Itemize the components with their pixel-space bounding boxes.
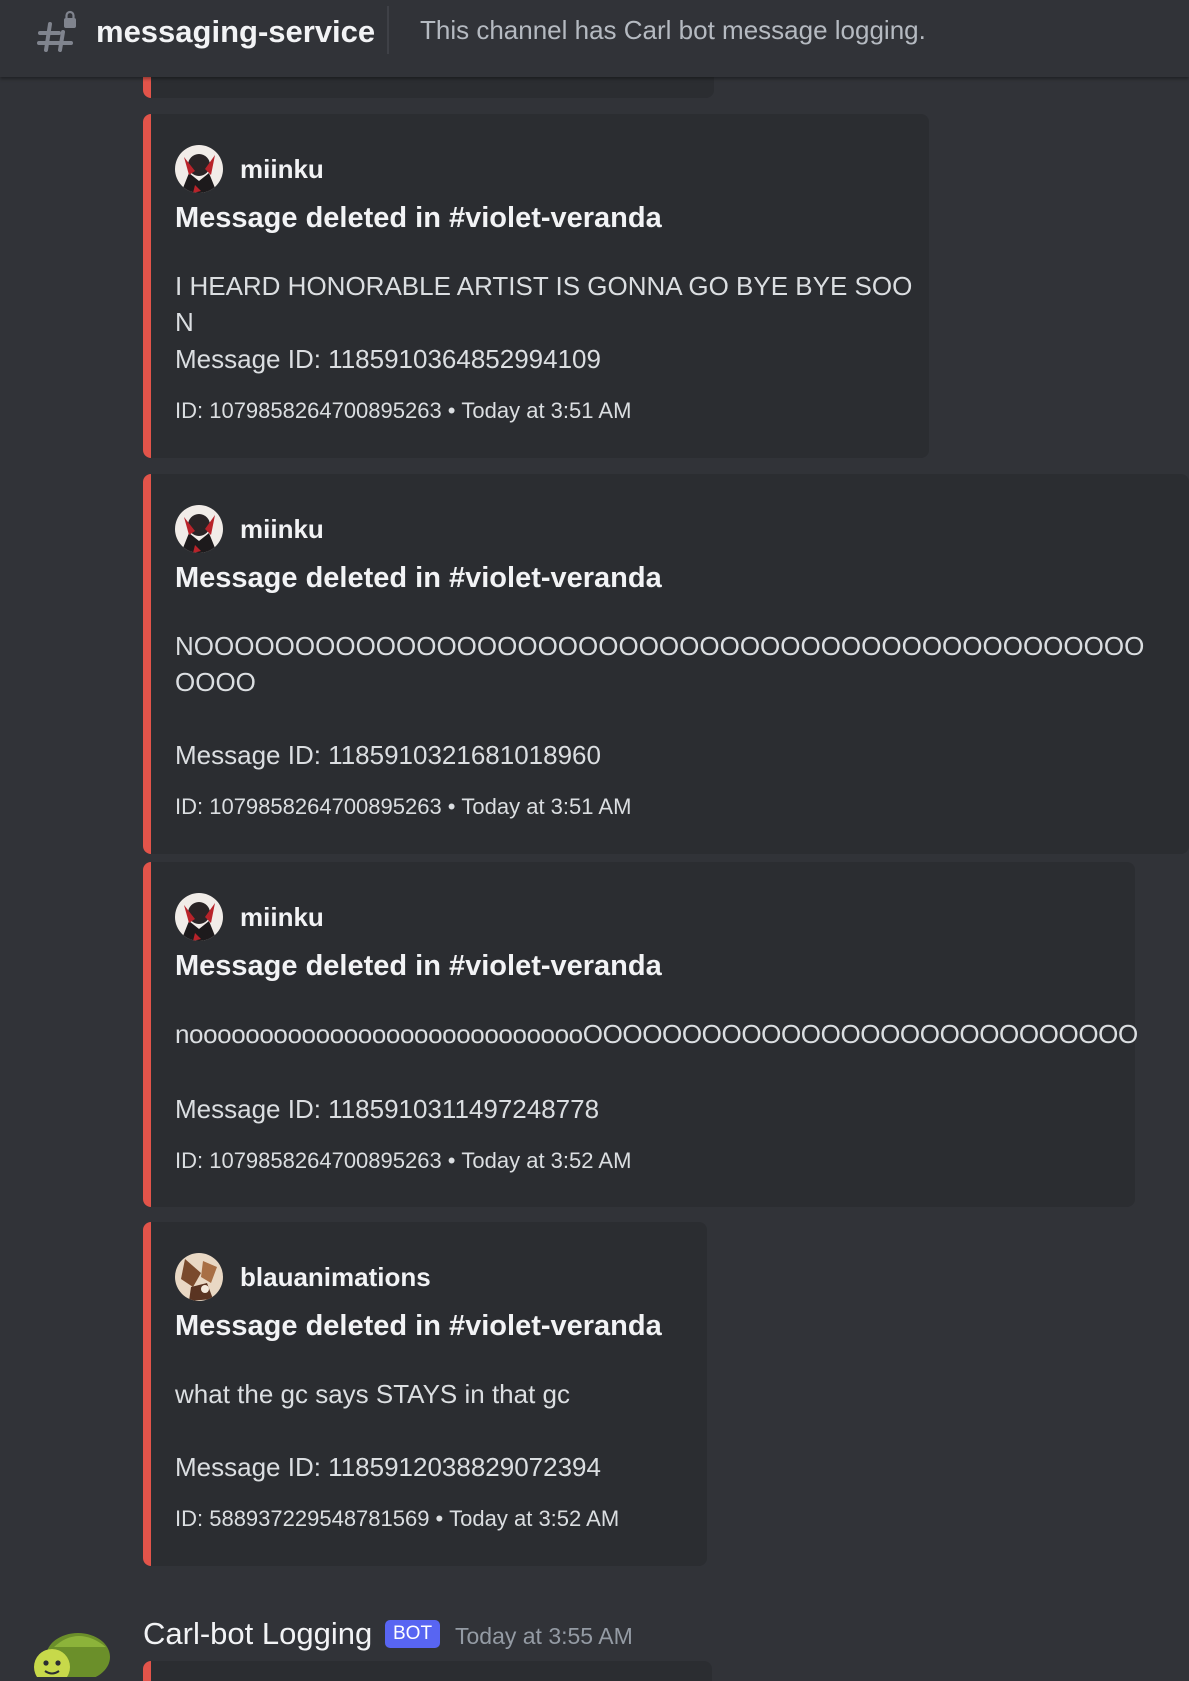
embed-footer-user-id: ID: 1079858264700895263: [175, 1148, 442, 1173]
bot-tag-badge: BOT: [385, 1620, 441, 1648]
header-divider: [387, 6, 389, 54]
embed-author-name[interactable]: miinku: [240, 902, 324, 933]
footer-separator: •: [447, 794, 456, 819]
embed-author: miinku: [175, 145, 324, 193]
user-avatar[interactable]: [175, 505, 223, 553]
channel-header: messaging-service This channel has Carl …: [0, 0, 1189, 77]
embed-card: blauanimations Message deleted in #viole…: [143, 1222, 707, 1566]
embed-footer: ID: 588937229548781569 • Today at 3:52 AM: [175, 1506, 619, 1532]
embed-author: miinku: [175, 505, 324, 553]
embed-footer: ID: 1079858264700895263 • Today at 3:52 AM: [175, 1148, 631, 1174]
embed-author-name[interactable]: miinku: [240, 514, 324, 545]
embed-message-id: Message ID: 1185910311497248778: [175, 1094, 600, 1124]
user-avatar[interactable]: [175, 893, 223, 941]
user-avatar[interactable]: [175, 145, 223, 193]
embed-footer-user-id: ID: 1079858264700895263: [175, 794, 442, 819]
embed-card-partial: [143, 1661, 712, 1681]
footer-separator: •: [447, 1148, 456, 1173]
embed-author-name[interactable]: miinku: [240, 154, 324, 185]
footer-separator: •: [447, 398, 456, 423]
embed-footer: ID: 1079858264700895263 • Today at 3:51 AM: [175, 794, 631, 820]
embed-footer-timestamp[interactable]: Today at 3:51 AM: [461, 794, 631, 819]
embed-author: miinku: [175, 893, 324, 941]
embed-description: what the gc says STAYS in that gc: [175, 1379, 571, 1409]
embed-title: Message deleted in #violet-veranda: [175, 950, 662, 982]
embed-title: Message deleted in #violet-veranda: [175, 1310, 662, 1342]
channel-name[interactable]: messaging-service: [96, 14, 375, 50]
locked-channel-icon: [37, 10, 76, 52]
embed-footer: ID: 1079858264700895263 • Today at 3:51 AM: [175, 398, 631, 424]
channel-topic[interactable]: This channel has Carl bot message loggin…: [420, 15, 926, 46]
embed-description: I HEARD HONORABLE ARTIST IS GONNA GO BYE…: [175, 271, 913, 337]
embed-footer-timestamp[interactable]: Today at 3:52 AM: [449, 1506, 619, 1531]
embed-footer-timestamp[interactable]: Today at 3:51 AM: [461, 398, 631, 423]
embed-message-id: Message ID: 1185912038829072394: [175, 1452, 601, 1482]
embed-description: nooooooooooooooooooooooooooooOOOOOOOOOOO…: [175, 1019, 1138, 1049]
footer-separator: •: [435, 1506, 444, 1531]
embed-message-id: Message ID: 1185910321681018960: [175, 740, 601, 770]
embed-author: blauanimations: [175, 1253, 431, 1301]
embed-footer-user-id: ID: 1079858264700895263: [175, 398, 442, 423]
bot-author-name[interactable]: Carl-bot Logging: [143, 1616, 372, 1652]
message-timestamp[interactable]: Today at 3:55 AM: [455, 1623, 633, 1650]
embed-footer-timestamp[interactable]: Today at 3:52 AM: [461, 1148, 631, 1173]
embed-message-id: Message ID: 1185910364852994109: [175, 344, 601, 374]
embed-description: NOOOOOOOOOOOOOOOOOOOOOOOOOOOOOOOOOOOOOOO…: [175, 631, 1145, 697]
embed-title: Message deleted in #violet-veranda: [175, 562, 662, 594]
embed-card: miinku Message deleted in #violet-verand…: [143, 862, 1138, 1207]
embed-footer-user-id: ID: 588937229548781569: [175, 1506, 430, 1531]
turtle-avatar-icon[interactable]: [30, 1617, 114, 1677]
embed-author-name[interactable]: blauanimations: [240, 1262, 431, 1293]
embed-title: Message deleted in #violet-veranda: [175, 202, 662, 234]
embed-card: miinku Message deleted in #violet-verand…: [143, 474, 1189, 854]
embed-card: miinku Message deleted in #violet-verand…: [143, 114, 929, 458]
user-avatar[interactable]: [175, 1253, 223, 1301]
